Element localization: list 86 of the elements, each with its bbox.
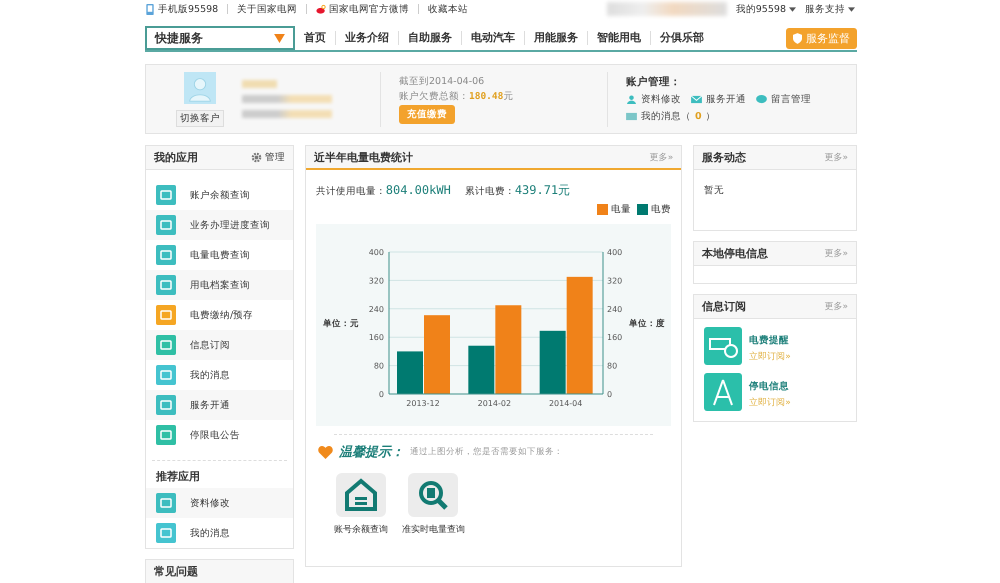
legend-label: 电费 bbox=[651, 203, 672, 216]
blurred-text bbox=[242, 80, 277, 88]
subscription-icon bbox=[704, 327, 742, 365]
panel-title: 信息订阅 bbox=[702, 299, 746, 314]
axis-tick-label: 160 bbox=[606, 333, 622, 342]
panel-title: 我的应用 bbox=[154, 150, 198, 165]
account-management-title: 账户管理： bbox=[626, 75, 682, 89]
top-link[interactable]: 收藏本站 bbox=[428, 2, 468, 16]
shield-icon bbox=[793, 32, 802, 44]
subscription-name: 电费提醒 bbox=[749, 334, 790, 347]
person-icon bbox=[626, 95, 637, 104]
quick-service-dropdown[interactable]: 快捷服务 bbox=[145, 26, 295, 50]
app-item[interactable]: 我的消息 bbox=[146, 518, 293, 548]
empty-text: 暂无 bbox=[703, 184, 726, 198]
service-shortcut[interactable]: 准实时电量查询 bbox=[402, 473, 465, 536]
axis-tick-label: 240 bbox=[606, 304, 622, 314]
axis-tick-label: 0 bbox=[606, 390, 612, 399]
app-item[interactable]: 账户余额查询 bbox=[146, 180, 293, 210]
panel-title: 近半年电量电费统计 bbox=[314, 150, 413, 164]
axis-tick-label: 400 bbox=[606, 248, 622, 257]
axis-category-label: 2014-02 bbox=[477, 399, 511, 408]
top-link[interactable]: 手机版95598 bbox=[145, 2, 218, 16]
my-messages-link[interactable]: 我的消息（ 0 ） bbox=[626, 110, 811, 123]
manage-link[interactable]: 管理 bbox=[250, 151, 285, 164]
axis-title: 单位：元 bbox=[322, 319, 358, 329]
app-item[interactable]: 停限电公告 bbox=[146, 420, 293, 450]
message-icon bbox=[626, 112, 637, 121]
nav-item[interactable]: 分俱乐部 bbox=[651, 31, 713, 45]
top-link[interactable]: 关于国家电网 bbox=[237, 2, 298, 16]
nav-item[interactable]: 智能用电 bbox=[588, 31, 651, 45]
nav-item[interactable]: 业务介绍 bbox=[336, 31, 399, 45]
tip-text: 通过上图分析，您是否需要如下服务： bbox=[410, 446, 563, 458]
switch-customer-button[interactable]: 切换客户 bbox=[176, 110, 224, 126]
service-icon bbox=[336, 473, 386, 517]
axis-tick-label: 240 bbox=[368, 304, 384, 314]
caret-icon bbox=[848, 6, 855, 12]
heart-icon bbox=[318, 446, 333, 458]
settings-icon bbox=[250, 152, 262, 163]
app-item[interactable]: 用电档案查询 bbox=[146, 270, 293, 300]
top-link[interactable]: 国家电网官方微博 bbox=[316, 2, 410, 16]
axis-tick-label: 320 bbox=[368, 276, 384, 286]
usage-total-text: 共计使用电量：804.00kWH bbox=[316, 183, 451, 198]
account-link[interactable]: 留言管理 bbox=[756, 93, 811, 106]
tip-title: 温馨提示： bbox=[338, 444, 404, 461]
app-item[interactable]: 电量电费查询 bbox=[146, 240, 293, 270]
axis-tick-label: 160 bbox=[368, 333, 384, 342]
axis-tick-label: 80 bbox=[373, 362, 384, 371]
panel-title: 服务动态 bbox=[702, 150, 746, 165]
app-item[interactable]: 我的消息 bbox=[146, 360, 293, 390]
caret-icon bbox=[789, 6, 796, 12]
axis-tick-label: 400 bbox=[368, 248, 384, 257]
app-item[interactable]: 信息订阅 bbox=[146, 330, 293, 360]
app-item[interactable]: 业务办理进度查询 bbox=[146, 210, 293, 240]
date-text: 截至到2014-04-06 bbox=[399, 74, 484, 88]
nav-item[interactable]: 用能服务 bbox=[525, 31, 588, 45]
subscription-name: 停电信息 bbox=[749, 380, 790, 393]
panel-title: 常见问题 bbox=[154, 564, 198, 579]
nav-item[interactable]: 首页 bbox=[295, 31, 336, 45]
nav-item[interactable]: 自助服务 bbox=[399, 31, 462, 45]
section-title: 推荐应用 bbox=[154, 469, 201, 485]
legend-label: 电量 bbox=[611, 203, 632, 216]
caret-icon bbox=[274, 34, 285, 42]
top-menu-link[interactable]: 我的95598 bbox=[736, 2, 796, 16]
axis-tick-label: 0 bbox=[378, 390, 384, 399]
axis-tick-label: 320 bbox=[606, 276, 622, 286]
avatar-icon bbox=[184, 72, 216, 104]
envelope-icon bbox=[691, 95, 702, 104]
phone-icon bbox=[145, 4, 155, 14]
app-item[interactable]: 电费缴纳/预存 bbox=[146, 300, 293, 330]
app-item[interactable]: 资料修改 bbox=[146, 488, 293, 518]
account-link[interactable]: 服务开通 bbox=[691, 93, 746, 106]
service-shortcut[interactable]: 账号余额查询 bbox=[334, 473, 388, 536]
app-item[interactable]: 服务开通 bbox=[146, 390, 293, 420]
owed-amount-text: 账户欠费总额：180.48元 bbox=[399, 90, 514, 102]
panel-title: 本地停电信息 bbox=[702, 246, 768, 261]
top-menu-link[interactable]: 服务支持 bbox=[805, 2, 855, 16]
axis-category-label: 2014-04 bbox=[548, 399, 582, 408]
subscription-icon bbox=[704, 373, 742, 411]
speech-bubble-icon bbox=[756, 95, 767, 104]
service-icon bbox=[408, 473, 458, 517]
axis-category-label: 2013-12 bbox=[406, 399, 440, 408]
axis-tick-label: 80 bbox=[606, 362, 617, 371]
axis-title: 单位：度 bbox=[628, 319, 664, 329]
nav-item[interactable]: 电动汽车 bbox=[462, 31, 525, 45]
account-link[interactable]: 资料修改 bbox=[626, 93, 681, 106]
fee-total-text: 累计电费：439.71元 bbox=[464, 182, 570, 199]
